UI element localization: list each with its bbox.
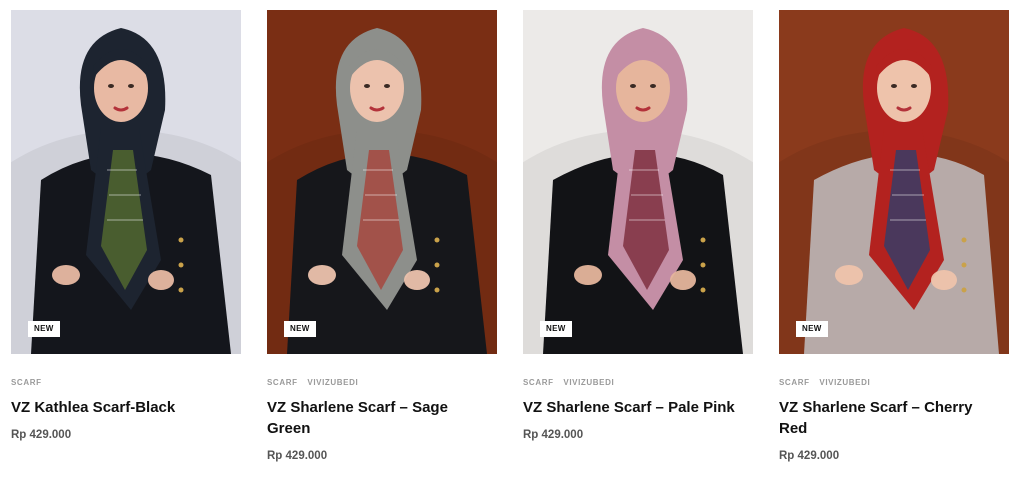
model-photo bbox=[779, 10, 1009, 354]
category-link[interactable]: SCARF bbox=[267, 378, 298, 387]
product-price: Rp 429.000 bbox=[267, 450, 328, 462]
product-title[interactable]: VZ Kathlea Scarf-Black bbox=[11, 397, 236, 418]
category-link[interactable]: SCARF bbox=[11, 378, 42, 387]
product-price: Rp 429.000 bbox=[523, 429, 584, 441]
new-badge: NEW bbox=[540, 321, 572, 337]
product-categories: SCARF VIVIZUBEDI bbox=[779, 378, 1009, 390]
category-link[interactable]: SCARF bbox=[523, 378, 554, 387]
product-categories: SCARF VIVIZUBEDI bbox=[523, 378, 753, 390]
product-price: Rp 429.000 bbox=[779, 450, 840, 462]
product-title[interactable]: VZ Sharlene Scarf – Sage Green bbox=[267, 397, 492, 439]
model-photo bbox=[267, 10, 497, 354]
product-title[interactable]: VZ Sharlene Scarf – Pale Pink bbox=[523, 397, 748, 418]
new-badge: NEW bbox=[796, 321, 828, 337]
product-card: NEW SCARF VIVIZUBEDI VZ Sharlene Scarf –… bbox=[267, 10, 497, 462]
product-categories: SCARF VIVIZUBEDI bbox=[267, 378, 497, 390]
category-link[interactable]: VIVIZUBEDI bbox=[819, 378, 870, 387]
model-photo bbox=[11, 10, 241, 354]
new-badge: NEW bbox=[28, 321, 60, 337]
product-card: NEW SCARF VIVIZUBEDI VZ Sharlene Scarf –… bbox=[523, 10, 753, 441]
product-card: NEW SCARF VZ Kathlea Scarf-Black Rp 429.… bbox=[11, 10, 241, 441]
product-image[interactable]: NEW bbox=[267, 10, 497, 354]
category-link[interactable]: VIVIZUBEDI bbox=[563, 378, 614, 387]
model-photo bbox=[523, 10, 753, 354]
product-image[interactable]: NEW bbox=[11, 10, 241, 354]
product-title[interactable]: VZ Sharlene Scarf – Cherry Red bbox=[779, 397, 1004, 439]
product-image[interactable]: NEW bbox=[523, 10, 753, 354]
product-card: NEW SCARF VIVIZUBEDI VZ Sharlene Scarf –… bbox=[779, 10, 1009, 462]
product-image[interactable]: NEW bbox=[779, 10, 1009, 354]
category-link[interactable]: VIVIZUBEDI bbox=[307, 378, 358, 387]
product-price: Rp 429.000 bbox=[11, 429, 72, 441]
category-link[interactable]: SCARF bbox=[779, 378, 810, 387]
new-badge: NEW bbox=[284, 321, 316, 337]
product-grid: NEW SCARF VZ Kathlea Scarf-Black Rp 429.… bbox=[0, 0, 1024, 496]
product-categories: SCARF bbox=[11, 378, 241, 390]
